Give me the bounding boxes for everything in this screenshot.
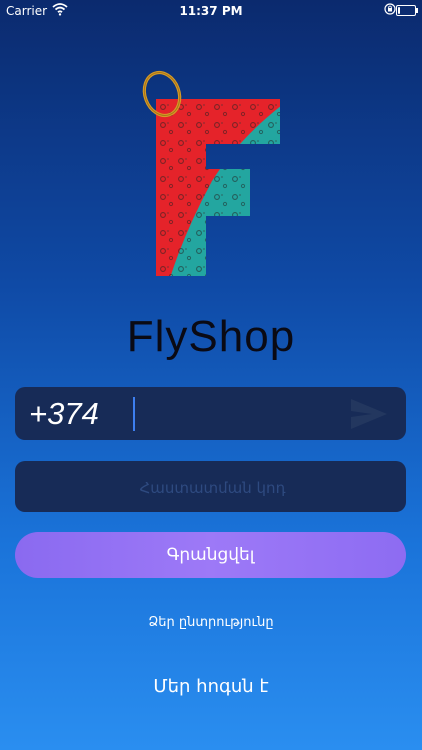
- flyshop-logo-icon: [140, 66, 290, 278]
- register-button[interactable]: Գրանցվել: [15, 532, 406, 578]
- verification-code-field[interactable]: [15, 461, 410, 514]
- verification-code-input[interactable]: [15, 461, 410, 514]
- our-care-link[interactable]: Մեր հոգսն է: [0, 676, 422, 697]
- status-bar: Carrier 11:37 PM: [0, 0, 422, 22]
- clock-time: 11:37 PM: [179, 4, 243, 18]
- phone-value: +374: [29, 396, 99, 431]
- battery-icon: [396, 5, 418, 16]
- text-caret: [133, 397, 135, 431]
- battery-level: [398, 7, 400, 14]
- app-title: FlyShop: [126, 312, 296, 361]
- phone-input[interactable]: +374: [15, 387, 406, 440]
- orientation-lock-icon: [384, 3, 396, 18]
- send-arrow-icon[interactable]: [350, 398, 388, 430]
- your-choice-link[interactable]: Ձեր ընտրությունը: [0, 615, 422, 630]
